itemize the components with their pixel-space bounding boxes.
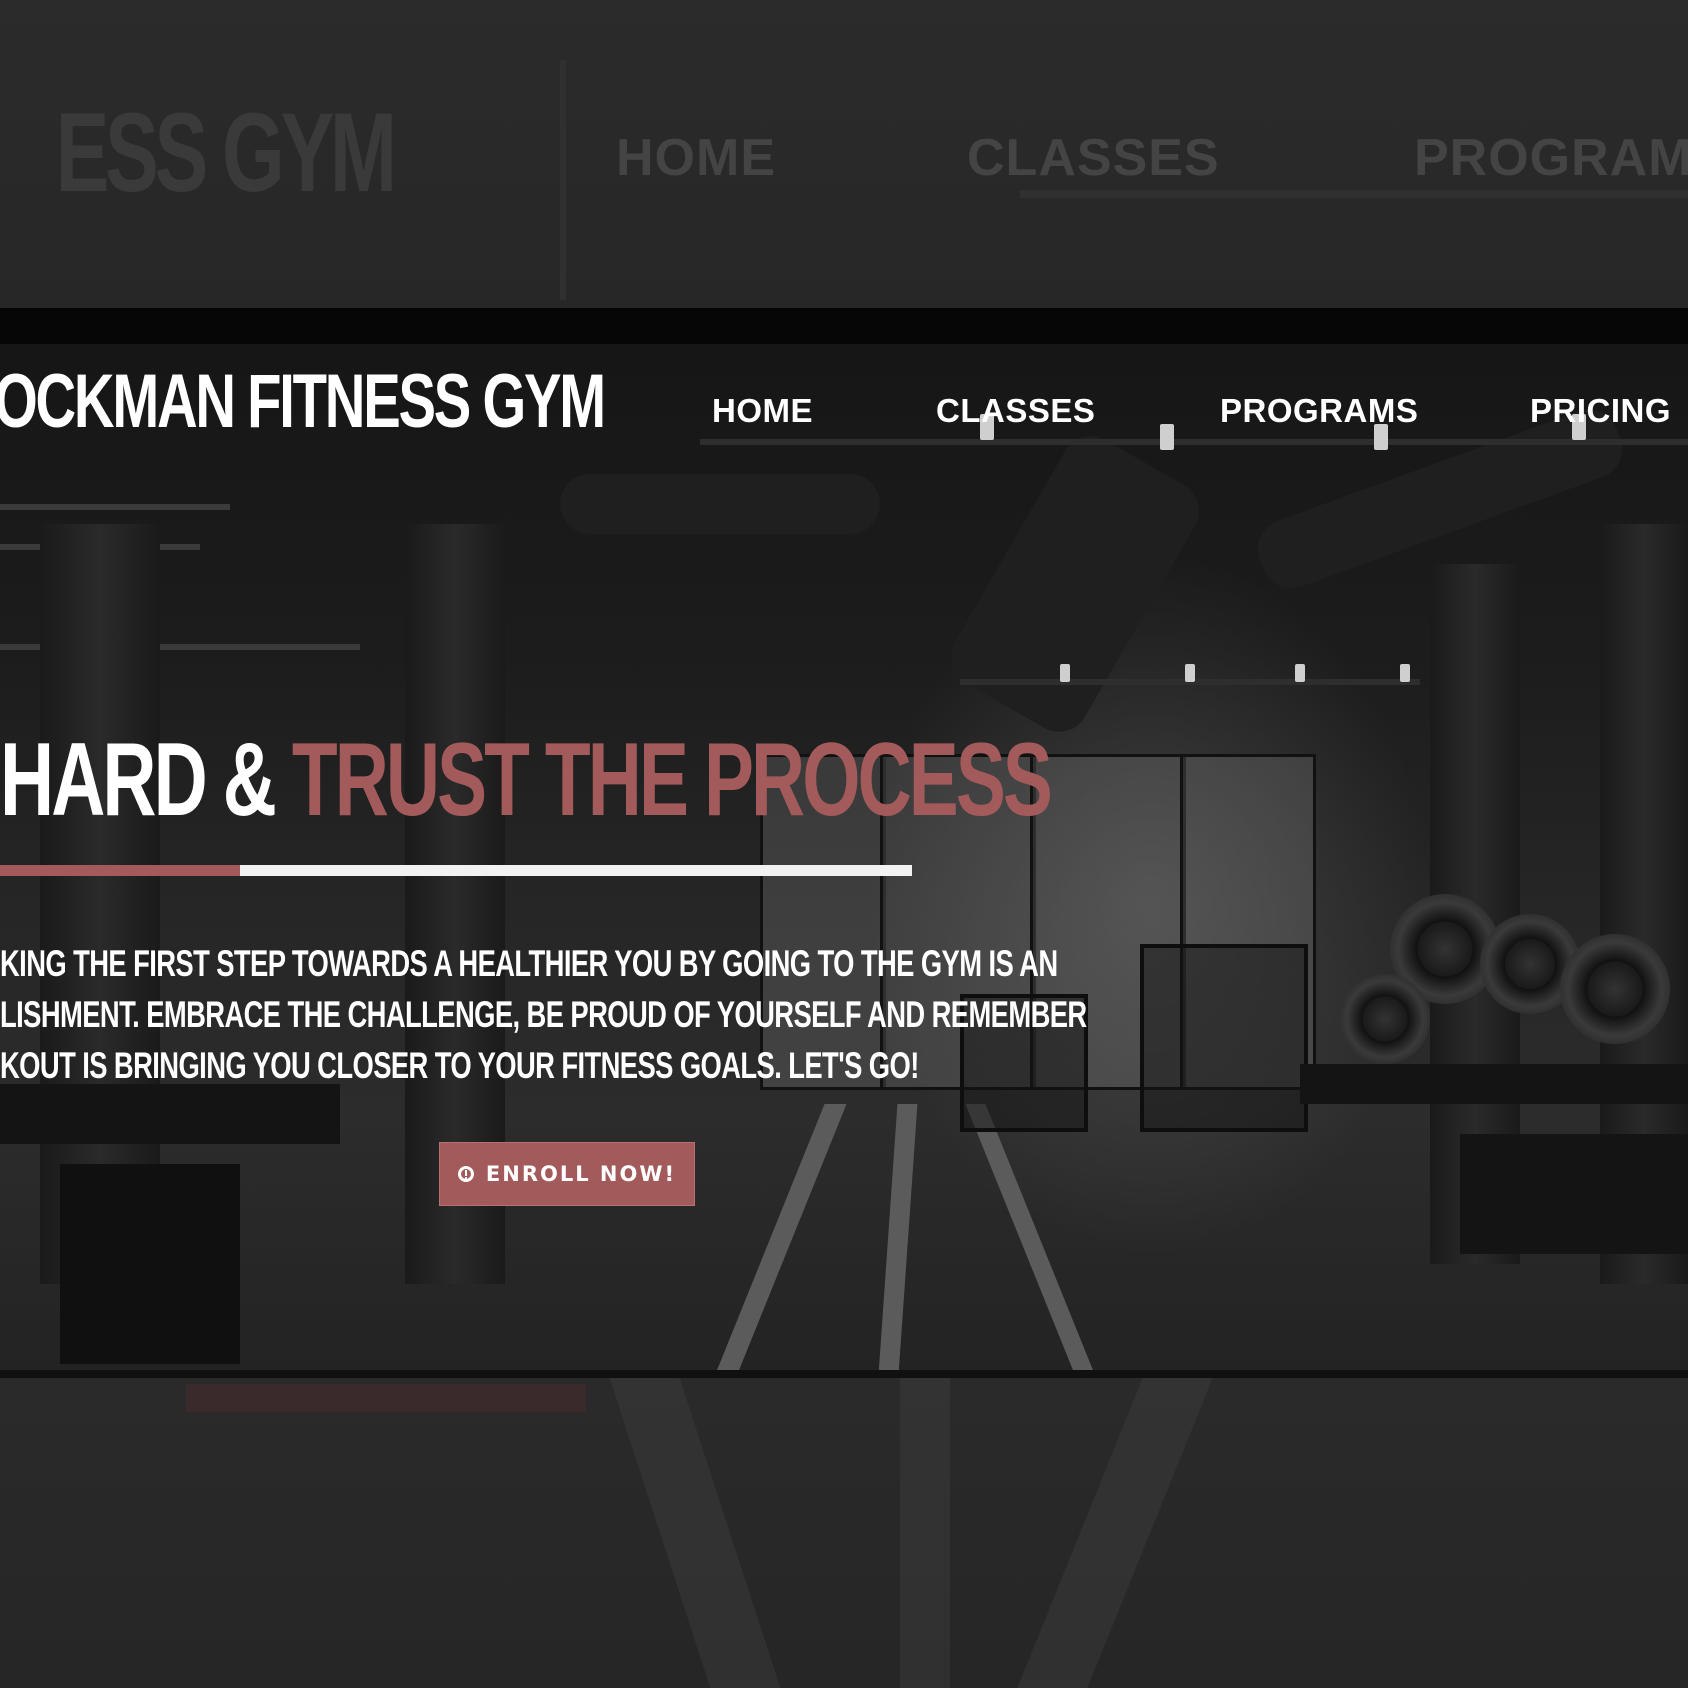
hero-section: OCKMAN FITNESS GYM HOME CLASSES PROGRAMS…: [0, 308, 1688, 1378]
backdrop-floor-lane: [900, 1378, 950, 1688]
bench: [1300, 1064, 1688, 1104]
ceiling-duct: [560, 474, 880, 534]
site-logo[interactable]: OCKMAN FITNESS GYM: [0, 358, 606, 445]
hero-paragraph-line: KING THE FIRST STEP TOWARDS A HEALTHIER …: [0, 943, 1058, 984]
backdrop-nav-programs: PROGRAMS: [1414, 129, 1688, 187]
hero-paragraph-line: LISHMENT. EMBRACE THE CHALLENGE, BE PROU…: [0, 994, 1087, 1035]
backdrop-nav-home: HOME: [616, 129, 776, 187]
backdrop-logo: ESS GYM: [55, 90, 398, 215]
ceiling-rail: [700, 439, 1688, 445]
turf-lane-line: [715, 1104, 847, 1374]
nav-pricing[interactable]: PRICING: [1530, 392, 1671, 430]
machine-frame: [60, 1164, 240, 1364]
headline-white: HARD &: [0, 722, 292, 838]
nav-home[interactable]: HOME: [712, 392, 813, 430]
hero-bottom-bar: [0, 1370, 1688, 1378]
turf-lane-line: [878, 1104, 918, 1374]
enroll-now-label: ENROLL NOW!: [485, 1162, 677, 1186]
ceiling-lamp: [1160, 424, 1174, 450]
ceiling-lamp: [1295, 664, 1305, 682]
ceiling-duct: [940, 425, 1210, 743]
backdrop-rail: [1020, 190, 1688, 198]
ceiling-lamp: [1185, 664, 1195, 682]
weight-plate: [1560, 934, 1670, 1044]
headline-underline: [240, 865, 912, 876]
machine-seat: [0, 1084, 340, 1144]
ceiling-lamp: [1400, 664, 1410, 682]
backdrop-accent-stripe: [186, 1384, 586, 1412]
hero-top-bar: [0, 308, 1688, 344]
bench: [1460, 1134, 1688, 1254]
ceiling-lamp: [1060, 664, 1070, 682]
enroll-now-button[interactable]: ENROLL NOW!: [439, 1142, 695, 1206]
nav-classes[interactable]: CLASSES: [936, 392, 1095, 430]
squat-rack: [1140, 944, 1308, 1132]
exclamation-circle-icon: [457, 1166, 474, 1182]
hero-paragraph-line: KOUT IS BRINGING YOU CLOSER TO YOUR FITN…: [0, 1045, 919, 1086]
gym-background-image: [0, 344, 1688, 1374]
turf-lane-line: [965, 1104, 1095, 1374]
weight-plate: [1340, 974, 1430, 1064]
nav-programs[interactable]: PROGRAMS: [1220, 392, 1418, 430]
headline-underline-accent: [0, 865, 240, 876]
backdrop-nav-classes: CLASSES: [967, 129, 1220, 187]
hero-headline: HARD & TRUST THE PROCESS: [0, 728, 1053, 832]
wall-shelf: [0, 504, 230, 510]
backdrop-rail: [560, 60, 566, 300]
headline-accent: TRUST THE PROCESS: [291, 722, 1053, 838]
backdrop-bottom: [0, 1378, 1688, 1688]
